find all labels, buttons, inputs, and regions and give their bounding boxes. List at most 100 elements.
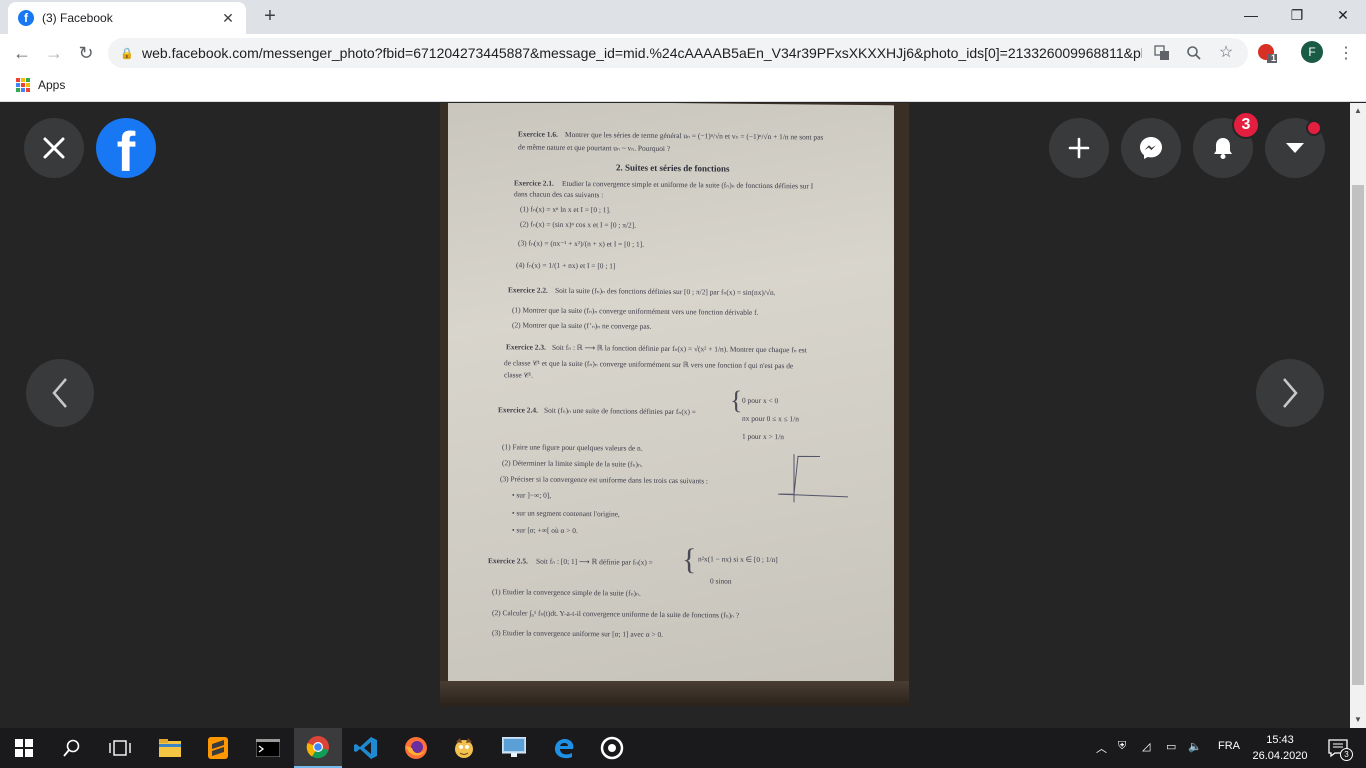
reload-button[interactable]: ↻ <box>74 41 98 65</box>
next-photo-button[interactable] <box>1256 359 1324 427</box>
caret-down-icon <box>1286 143 1304 153</box>
ex22-item2: (2) Montrer que la suite (f’ₙ)ₙ ne conve… <box>512 320 652 331</box>
edge-icon <box>555 739 574 759</box>
ex23-text: Soit fₙ : ℝ ⟶ ℝ la fonction définie par … <box>552 342 807 355</box>
ex24-item2: (2) Déterminer la limite simple de la su… <box>502 458 643 469</box>
handwritten-sketch <box>777 454 849 503</box>
folder-icon <box>159 739 181 757</box>
plus-icon <box>1068 137 1090 159</box>
volume-icon[interactable]: 🔈 <box>1188 740 1202 753</box>
tab-strip: f (3) Facebook ✕ + — ❐ ✕ <box>0 0 1366 34</box>
windows-logo-icon <box>15 739 33 757</box>
facebook-favicon-icon: f <box>18 10 34 26</box>
create-button[interactable] <box>1049 118 1109 178</box>
messenger-button[interactable] <box>1121 118 1181 178</box>
menu-kebab-icon[interactable]: ⋮ <box>1338 43 1354 63</box>
ex21-title: Exercice 2.1. <box>514 178 554 188</box>
forward-button[interactable]: → <box>42 41 66 65</box>
task-view-button[interactable] <box>96 728 144 768</box>
clock-date: 26.04.2020 <box>1252 750 1308 762</box>
ex25-text: Soit fₙ : [0; 1] ⟶ ℝ définie par fₙ(x) = <box>536 556 653 567</box>
scrollbar-thumb[interactable] <box>1352 185 1364 685</box>
search-button[interactable] <box>48 728 96 768</box>
account-alert-dot <box>1306 120 1322 136</box>
clock-time: 15:43 <box>1266 734 1294 746</box>
cartoon-app-icon <box>455 738 473 758</box>
terminal-app[interactable] <box>244 728 292 768</box>
chevron-left-icon <box>52 378 67 408</box>
lock-icon: 🔒 <box>120 47 134 60</box>
task-view-icon <box>109 740 131 756</box>
tab-close-icon[interactable]: ✕ <box>220 10 236 27</box>
ex22-item1: (1) Montrer que la suite (fₙ)ₙ converge … <box>512 305 759 317</box>
ex23-title: Exercice 2.3. <box>506 342 546 352</box>
edge-app[interactable] <box>540 728 588 768</box>
ex25-item3: (3) Etudier la convergence uniforme sur … <box>492 628 664 639</box>
ex25-case2: 0 sinon <box>710 576 732 586</box>
translate-icon[interactable] <box>1154 45 1170 61</box>
address-bar[interactable]: 🔒 web.facebook.com/messenger_photo?fbid=… <box>108 38 1248 68</box>
ex16-text2: de même nature et que pourtant uₙ ~ vₙ. … <box>518 142 671 153</box>
tray-expand-icon[interactable]: ︿ <box>1096 740 1107 756</box>
app-mascot[interactable] <box>440 728 488 768</box>
obs-app[interactable] <box>588 728 636 768</box>
search-icon <box>63 739 80 757</box>
minimize-button[interactable]: — <box>1228 0 1274 30</box>
maximize-button[interactable]: ❐ <box>1274 0 1320 30</box>
zoom-icon[interactable] <box>1186 45 1202 61</box>
back-button[interactable]: ← <box>10 41 34 65</box>
ex24-title: Exercice 2.4. <box>498 405 538 415</box>
ex23-text2: de classe 𝒞¹ et que la suite (fₙ)ₙ conve… <box>504 358 794 371</box>
clock[interactable]: 15:43 26.04.2020 <box>1252 732 1308 764</box>
extension-badge: 1 <box>1271 53 1277 63</box>
photo-image: Exercice 1.6. Montrer que les séries de … <box>440 103 909 706</box>
ex25-brace: { <box>682 543 697 577</box>
ex21-item4: (4) fₙ(x) = 1/(1 + nx) et I = [0 ; 1] <box>516 260 616 271</box>
bookmark-star-icon[interactable]: ☆ <box>1218 44 1234 61</box>
apps-bookmark[interactable]: Apps <box>16 78 65 92</box>
profile-avatar[interactable]: F <box>1301 41 1323 63</box>
scroll-up-icon[interactable]: ▲ <box>1354 106 1362 115</box>
browser-toolbar: ← → ↻ 🔒 web.facebook.com/messenger_photo… <box>0 34 1366 72</box>
scroll-down-icon[interactable]: ▼ <box>1354 715 1362 724</box>
page-scrollbar[interactable]: ▲ ▼ <box>1350 103 1366 728</box>
chrome-icon <box>306 736 329 759</box>
close-icon <box>43 137 65 159</box>
language-indicator[interactable]: FRA <box>1218 740 1240 752</box>
window-close-button[interactable]: ✕ <box>1320 0 1366 30</box>
file-explorer-app[interactable] <box>146 728 194 768</box>
vscode-app[interactable] <box>342 728 390 768</box>
tab-title: (3) Facebook <box>42 11 113 25</box>
tab-facebook[interactable]: f (3) Facebook ✕ <box>8 2 246 34</box>
extension-icon[interactable]: 1 <box>1256 42 1278 64</box>
notification-badge: 3 <box>1232 111 1260 139</box>
ex24-bullet2: • sur un segment contenant l'origine, <box>512 508 620 519</box>
facebook-logo-button[interactable]: f <box>96 118 156 178</box>
ex23-text3: classe 𝒞¹. <box>504 370 533 380</box>
photo-bottom-edge <box>440 681 909 706</box>
new-tab-button[interactable]: + <box>260 6 280 26</box>
firefox-app[interactable] <box>392 728 440 768</box>
remote-desktop-app[interactable] <box>490 728 538 768</box>
ex25-item2: (2) Calculer ∫₀¹ fₙ(t)dt. Y-a-t-il conve… <box>492 608 740 620</box>
wifi-icon[interactable]: ◿ <box>1142 740 1150 753</box>
start-button[interactable] <box>0 728 48 768</box>
ex24-bullet1: • sur ]−∞; 0], <box>512 490 552 500</box>
close-viewer-button[interactable] <box>24 118 84 178</box>
terminal-icon <box>256 739 280 757</box>
previous-photo-button[interactable] <box>26 359 94 427</box>
battery-icon[interactable]: ▭ <box>1166 740 1176 753</box>
chevron-right-icon <box>1283 378 1298 408</box>
ex25-case1: n²x(1 − nx) si x ∈ [0 ; 1/n] <box>698 554 778 565</box>
ex24-item3: (3) Préciser si la convergence est unifo… <box>500 474 708 486</box>
ex24-text: Soit (fₙ)ₙ une suite de fonctions défini… <box>544 405 696 417</box>
ex24-item1: (1) Faire une figure pour quelques valeu… <box>502 442 643 453</box>
ex24-case2: nx pour 0 ≤ x ≤ 1/n <box>742 413 799 424</box>
action-center-button[interactable]: 3 <box>1318 728 1358 768</box>
monitor-icon <box>502 737 526 757</box>
sublime-text-app[interactable] <box>194 728 242 768</box>
action-center-count: 3 <box>1340 748 1353 761</box>
facebook-logo-icon: f <box>116 120 136 179</box>
chrome-app[interactable] <box>294 728 342 768</box>
network-shield-icon[interactable]: ⛨ <box>1118 740 1126 753</box>
